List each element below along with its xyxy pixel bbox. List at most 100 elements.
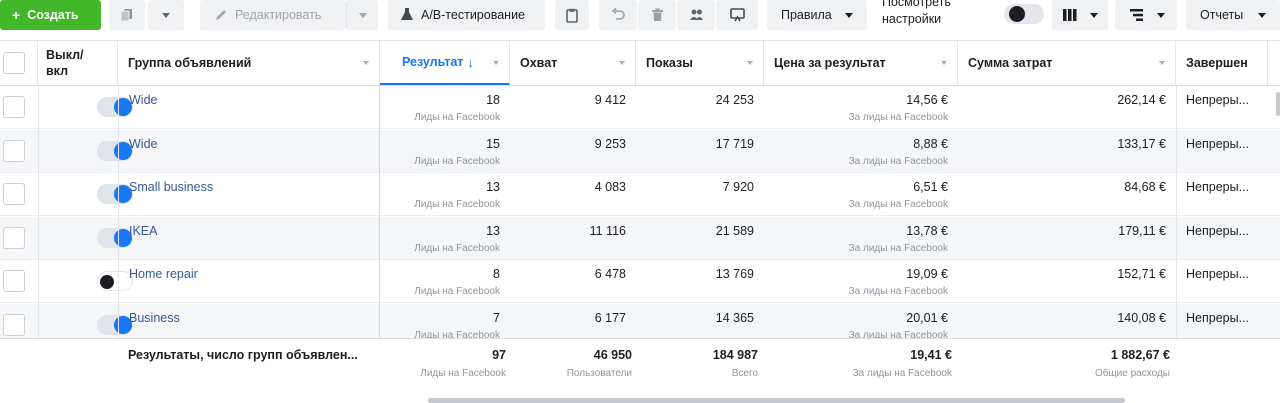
header-amount-spent[interactable]: Сумма затрат <box>958 41 1176 85</box>
spent-cell: 179,11 € <box>958 217 1176 260</box>
table-row[interactable]: Home repair 8 Лиды на Facebook 6 478 13 769 1… <box>0 260 1280 303</box>
horizontal-scrollbar[interactable] <box>428 398 1125 403</box>
summary-impressions-cell: 184 987 Всего <box>642 339 768 394</box>
spent-cell: 133,17 € <box>958 130 1176 173</box>
row-checkbox[interactable] <box>3 183 25 205</box>
adset-name-link[interactable]: Wide <box>129 93 157 107</box>
undo-button[interactable] <box>599 0 637 30</box>
sort-caret-icon <box>747 61 753 65</box>
clipboard-button[interactable] <box>555 0 589 30</box>
header-results[interactable]: Результат ↓ <box>380 41 510 85</box>
row-checkbox[interactable] <box>3 270 25 292</box>
reach-value: 6 478 <box>594 267 626 281</box>
duplicate-button[interactable] <box>109 0 145 30</box>
adset-name-link[interactable]: Business <box>129 311 180 325</box>
results-cell: 13 Лиды на Facebook <box>380 217 510 260</box>
row-checkbox[interactable] <box>3 313 25 336</box>
header-toggle[interactable]: Выкл/ вкл <box>38 41 118 85</box>
adset-name-link[interactable]: IKEA <box>129 224 158 238</box>
results-value: 7 <box>493 310 500 325</box>
end-cell: Непреры... <box>1176 217 1268 260</box>
cost-sub: За лиды на Facebook <box>848 286 948 297</box>
vertical-scrollbar[interactable] <box>1276 92 1280 116</box>
create-button[interactable]: + Создать <box>0 0 101 30</box>
header-impressions-label: Показы <box>646 56 693 70</box>
cost-cell: 8,88 € За лиды на Facebook <box>764 130 958 173</box>
adset-name-link[interactable]: Home repair <box>129 267 198 281</box>
row-select-cell <box>0 260 38 303</box>
toolbar: + Создать Редактировать A/B-тестирование <box>0 0 1280 34</box>
ab-test-button[interactable]: A/B-тестирование <box>388 0 545 30</box>
adset-name-cell: IKEA <box>118 217 380 260</box>
summary-spent-sub: Общие расходы <box>1094 368 1170 379</box>
end-value: Непреры... <box>1186 93 1250 107</box>
summary-cost: 19,41 € <box>910 348 952 362</box>
table-row[interactable]: Small business 13 Лиды на Facebook 4 083 7 9… <box>0 173 1280 216</box>
view-settings-toggle[interactable] <box>1004 4 1044 24</box>
impressions-value: 24 253 <box>715 93 754 107</box>
results-sub: Лиды на Facebook <box>414 112 500 123</box>
sort-caret-icon <box>1159 61 1165 65</box>
reports-button[interactable]: Отчеты <box>1186 0 1280 30</box>
cost-value: 20,01 € <box>906 310 948 325</box>
summary-cost-sub: За лиды на Facebook <box>852 368 952 379</box>
results-sub: Лиды на Facebook <box>414 199 500 210</box>
spent-value: 179,11 € <box>1118 223 1166 238</box>
people-button[interactable] <box>677 0 715 30</box>
edit-button[interactable]: Редактировать <box>200 0 346 30</box>
impressions-cell: 21 589 <box>636 217 764 260</box>
rules-label: Правила <box>781 8 832 22</box>
impressions-value: 21 589 <box>715 223 754 238</box>
adset-name-cell: Wide <box>118 130 380 173</box>
summary-reach: 46 950 <box>593 348 632 362</box>
header-adset-name[interactable]: Группа объявлений <box>118 41 380 85</box>
row-checkbox[interactable] <box>3 226 25 249</box>
header-cost-label: Цена за результат <box>774 56 886 70</box>
select-all-checkbox[interactable] <box>3 52 25 74</box>
results-cell: 18 Лиды на Facebook <box>380 86 510 129</box>
cost-value: 8,88 € <box>913 136 948 151</box>
delete-button[interactable] <box>638 0 676 30</box>
adset-name-link[interactable]: Wide <box>129 137 157 151</box>
breakdown-button[interactable] <box>1115 0 1177 30</box>
results-value: 15 <box>486 136 500 151</box>
reach-cell: 9 253 <box>510 130 636 173</box>
reach-cell: 6 478 <box>510 260 636 303</box>
duplicate-dropdown-button[interactable] <box>148 0 184 30</box>
header-end[interactable]: Завершен <box>1176 41 1268 85</box>
row-checkbox[interactable] <box>3 139 25 162</box>
header-reach-label: Охват <box>520 56 558 70</box>
row-select-cell <box>0 217 38 260</box>
row-select-cell <box>0 86 38 129</box>
toggle-knob <box>100 275 114 289</box>
cost-sub: За лиды на Facebook <box>848 112 948 123</box>
adset-name-cell: Wide <box>118 86 380 129</box>
table-row[interactable]: Wide 15 Лиды на Facebook 9 253 17 719 8,88 € З… <box>0 129 1280 173</box>
columns-button[interactable] <box>1052 0 1108 30</box>
table-row[interactable]: Wide 18 Лиды на Facebook 9 412 24 253 14,56 €… <box>0 86 1280 129</box>
summary-label: Результаты, число групп объявлен... <box>128 348 358 362</box>
spent-cell: 152,71 € <box>958 260 1176 303</box>
summary-reach-sub: Пользователи <box>566 368 632 379</box>
rules-button[interactable]: Правила <box>767 0 867 30</box>
cost-value: 6,51 € <box>913 180 948 194</box>
header-cost-per-result[interactable]: Цена за результат <box>764 41 958 85</box>
end-value: Непреры... <box>1186 267 1250 281</box>
spent-value: 262,14 € <box>1117 93 1166 107</box>
end-cell: Непреры... <box>1176 86 1268 129</box>
table-row[interactable]: IKEA 13 Лиды на Facebook 11 116 21 589 13,78 … <box>0 216 1280 260</box>
header-reach[interactable]: Охват <box>510 41 636 85</box>
preview-button[interactable] <box>716 0 758 30</box>
results-sub: Лиды на Facebook <box>414 286 500 297</box>
chevron-down-icon <box>1090 13 1098 18</box>
results-cell: 15 Лиды на Facebook <box>380 130 510 173</box>
sort-arrow-icon: ↓ <box>467 54 474 70</box>
adset-name-link[interactable]: Small business <box>129 180 213 194</box>
edit-dropdown-button[interactable] <box>346 0 378 30</box>
row-checkbox[interactable] <box>3 96 25 118</box>
chevron-down-icon <box>1157 13 1165 18</box>
edit-label: Редактировать <box>235 8 322 22</box>
spent-cell: 262,14 € <box>958 86 1176 129</box>
cost-value: 13,78 € <box>906 223 948 238</box>
header-impressions[interactable]: Показы <box>636 41 764 85</box>
